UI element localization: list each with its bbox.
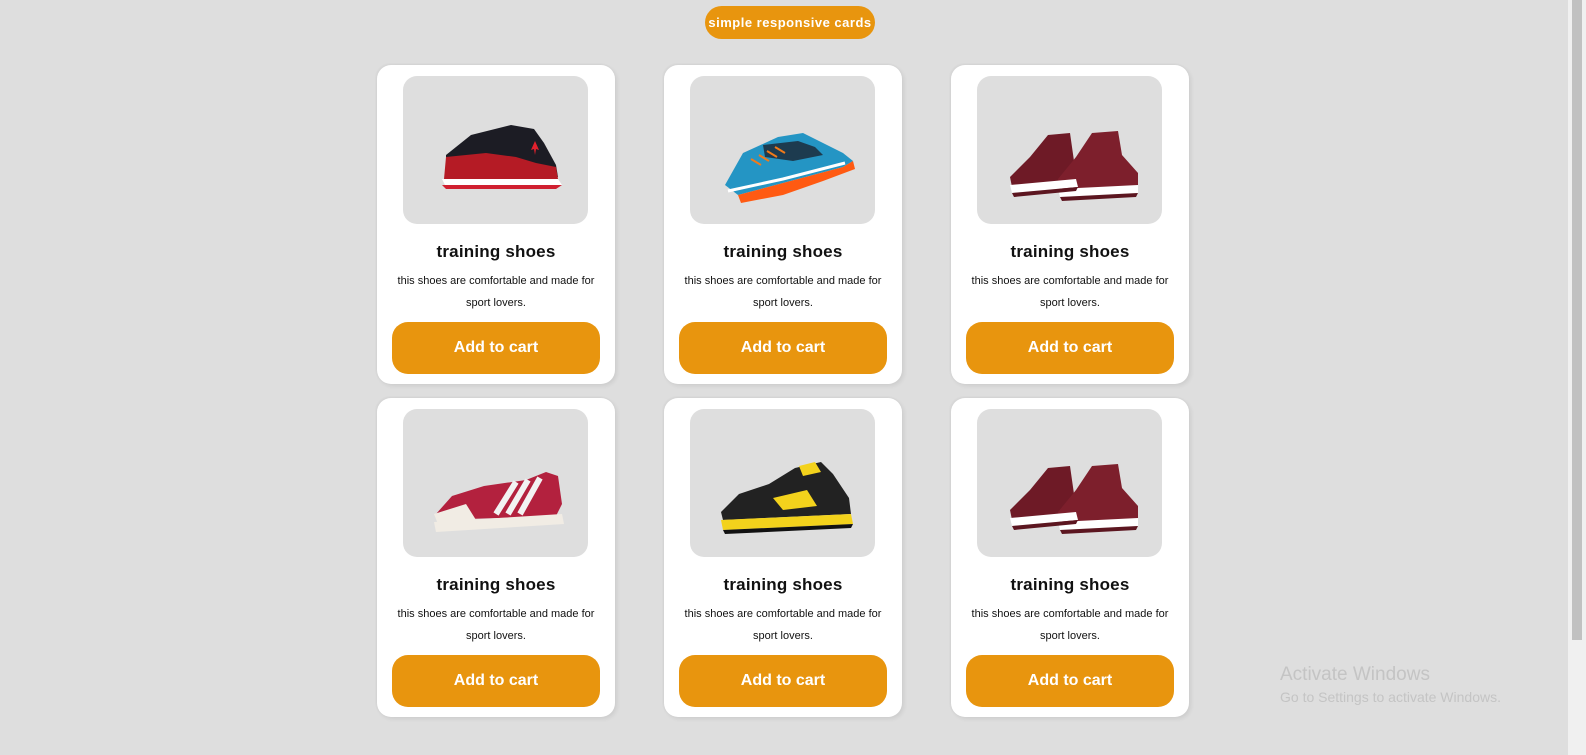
- card-title: training shoes: [436, 575, 556, 594]
- card-title: training shoes: [723, 575, 843, 594]
- card-description-line2: sport lovers.: [1040, 630, 1100, 642]
- card-description: this shoes are comfortable and made for …: [393, 603, 599, 647]
- card-title: training shoes: [1010, 575, 1130, 594]
- watermark-subtitle: Go to Settings to activate Windows.: [1280, 689, 1501, 705]
- black-red-sneaker-image: [441, 125, 562, 189]
- add-to-cart-button[interactable]: Add to cart: [392, 322, 600, 374]
- card-title: training shoes: [723, 242, 843, 261]
- card-description-line1: this shoes are comfortable and made for: [397, 275, 595, 287]
- red-white-striped-sneaker-image: [433, 472, 564, 532]
- product-image: [403, 409, 588, 557]
- product-card: training shoes this shoes are comfortabl…: [951, 398, 1189, 717]
- add-to-cart-button[interactable]: Add to cart: [679, 322, 887, 374]
- scrollbar-thumb[interactable]: [1572, 0, 1582, 640]
- card-description: this shoes are comfortable and made for …: [967, 603, 1173, 647]
- card-description-line1: this shoes are comfortable and made for: [971, 275, 1169, 287]
- card-description-line2: sport lovers.: [753, 297, 813, 309]
- add-to-cart-button[interactable]: Add to cart: [966, 655, 1174, 707]
- add-to-cart-button[interactable]: Add to cart: [679, 655, 887, 707]
- product-card: training shoes this shoes are comfortabl…: [377, 65, 615, 384]
- add-to-cart-button[interactable]: Add to cart: [392, 655, 600, 707]
- burgundy-sneakers-image: [1009, 464, 1138, 534]
- product-image: [690, 409, 875, 557]
- card-description-line2: sport lovers.: [1040, 297, 1100, 309]
- add-to-cart-button[interactable]: Add to cart: [966, 322, 1174, 374]
- card-description-line1: this shoes are comfortable and made for: [684, 275, 882, 287]
- product-image: [977, 76, 1162, 224]
- card-description-line2: sport lovers.: [466, 630, 526, 642]
- product-card: training shoes this shoes are comfortabl…: [951, 65, 1189, 384]
- card-grid: training shoes this shoes are comfortabl…: [377, 65, 1189, 717]
- card-description-line1: this shoes are comfortable and made for: [971, 608, 1169, 620]
- card-title: training shoes: [1010, 242, 1130, 261]
- vertical-scrollbar[interactable]: [1568, 0, 1586, 755]
- blue-orange-sneaker-image: [724, 133, 855, 203]
- card-description-line2: sport lovers.: [466, 297, 526, 309]
- watermark-title: Activate Windows: [1280, 664, 1430, 685]
- card-description-line1: this shoes are comfortable and made for: [684, 608, 882, 620]
- activate-windows-watermark: Activate Windows Go to Settings to activ…: [1280, 663, 1501, 707]
- product-image: [403, 76, 588, 224]
- product-card: training shoes this shoes are comfortabl…: [664, 398, 902, 717]
- black-yellow-sneaker-image: [720, 462, 853, 534]
- card-description: this shoes are comfortable and made for …: [680, 603, 886, 647]
- card-description-line1: this shoes are comfortable and made for: [397, 608, 595, 620]
- card-description-line2: sport lovers.: [753, 630, 813, 642]
- card-description: this shoes are comfortable and made for …: [393, 270, 599, 314]
- burgundy-sneakers-image: [1009, 131, 1138, 201]
- card-description: this shoes are comfortable and made for …: [967, 270, 1173, 314]
- card-title: training shoes: [436, 242, 556, 261]
- product-image: [977, 409, 1162, 557]
- product-image: [690, 76, 875, 224]
- product-card: training shoes this shoes are comfortabl…: [377, 398, 615, 717]
- page-title: simple responsive cards: [705, 6, 875, 39]
- card-description: this shoes are comfortable and made for …: [680, 270, 886, 314]
- product-card: training shoes this shoes are comfortabl…: [664, 65, 902, 384]
